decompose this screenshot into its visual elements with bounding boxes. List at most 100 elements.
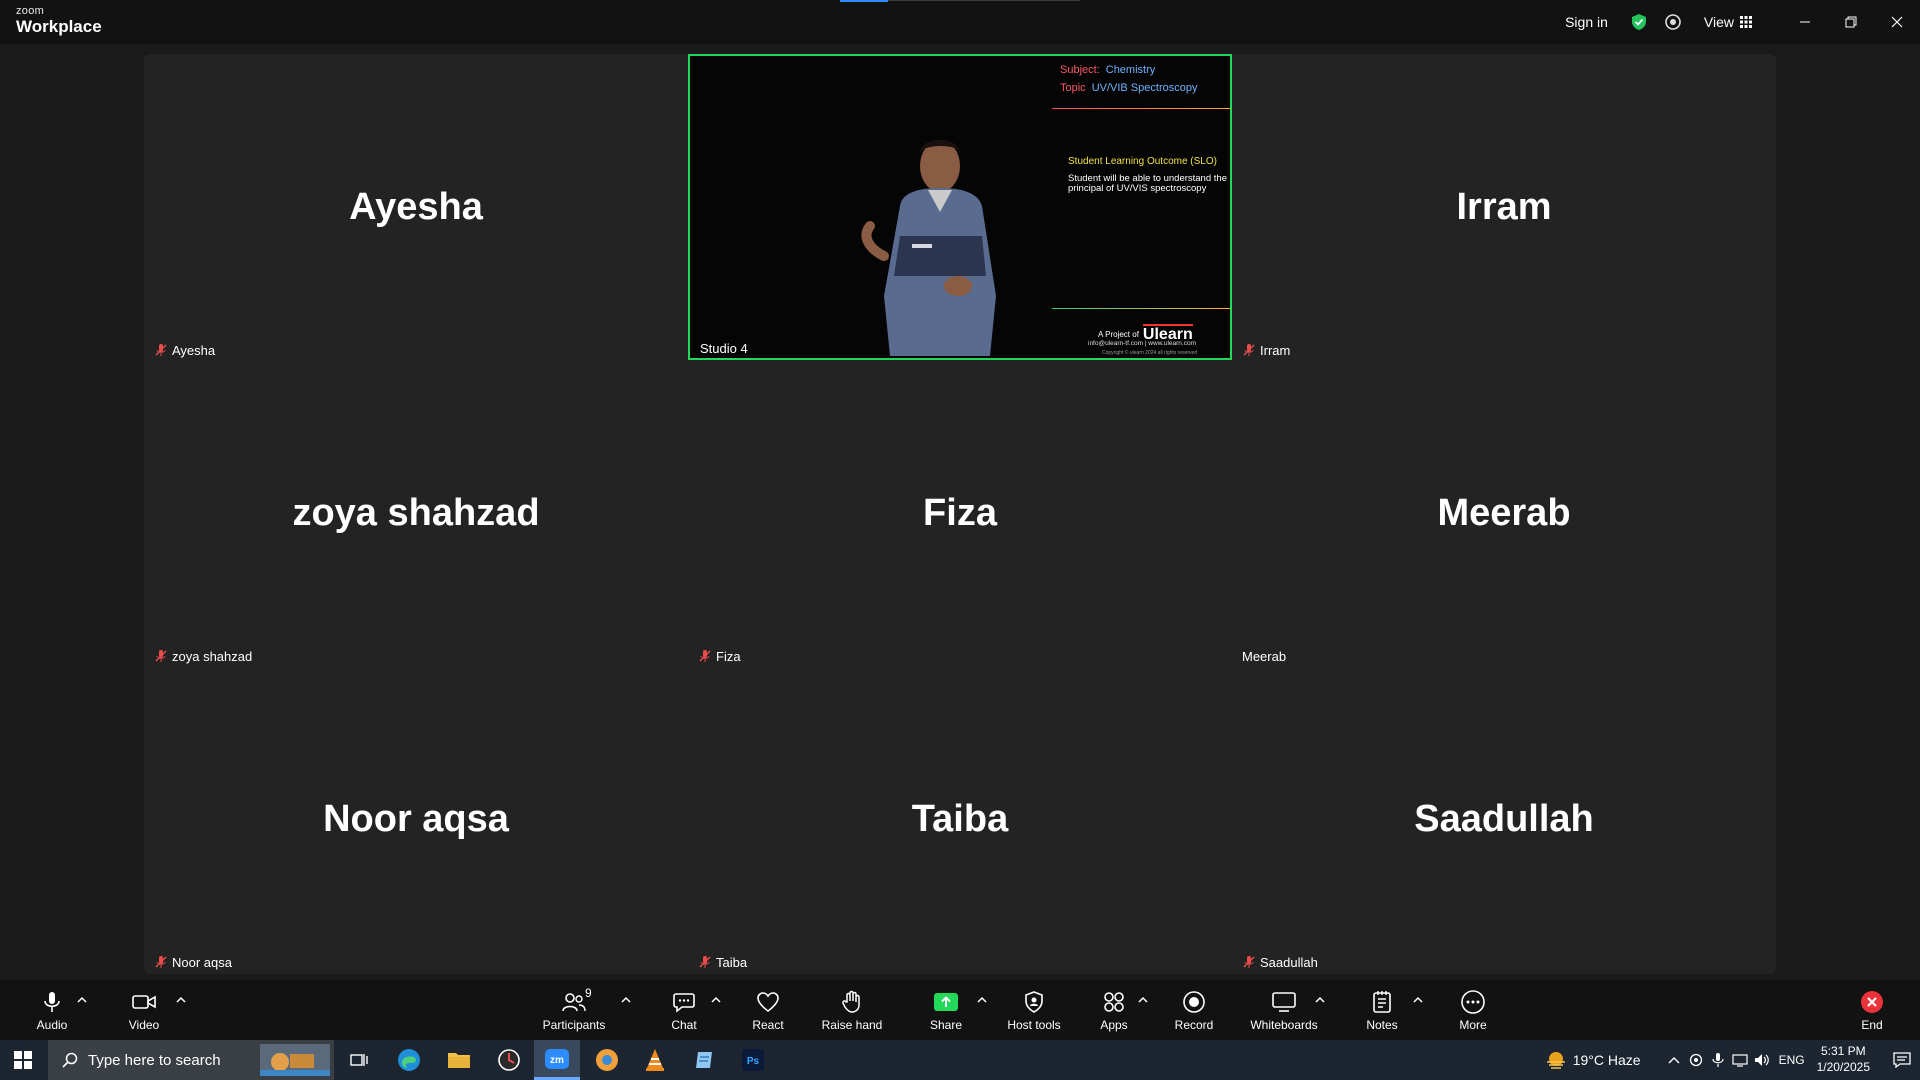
name-label-text: Meerab [1242, 648, 1287, 664]
chat-options-caret[interactable] [710, 994, 722, 1006]
muted-mic-icon [155, 650, 167, 662]
participant-tile[interactable]: Ayesha Ayesha [144, 54, 688, 360]
video-camera-icon [132, 995, 156, 1009]
participants-options-caret[interactable] [620, 994, 632, 1006]
participant-name-label: Taiba [694, 952, 751, 972]
photoshop-icon: Ps [742, 1049, 764, 1071]
whiteboards-button[interactable]: Whiteboards [1248, 980, 1320, 1040]
name-label-text: Noor aqsa [172, 954, 232, 970]
participant-tile[interactable]: zoya shahzad zoya shahzad [144, 360, 688, 666]
clock-time: 5:31 PM [1820, 1044, 1866, 1059]
start-button[interactable] [0, 1040, 46, 1080]
grid-icon [1740, 16, 1752, 28]
apps-options-caret[interactable] [1137, 994, 1149, 1006]
participant-tile[interactable]: Meerab Meerab [1232, 360, 1776, 666]
notes-button[interactable]: Notes [1360, 980, 1404, 1040]
brand-small: zoom [16, 5, 45, 17]
name-label-text: Studio 4 [700, 340, 748, 356]
participants-button[interactable]: 9 Participants [540, 980, 608, 1040]
slide-topic-label: Topic [1060, 82, 1086, 94]
participant-display-name: Meerab [1437, 492, 1571, 534]
participant-tile[interactable]: Irram Irram [1232, 54, 1776, 360]
video-button[interactable]: Video [122, 980, 166, 1040]
participant-tile[interactable]: Saadullah Saadullah [1232, 666, 1776, 972]
slide-contact: info@ulearn-tf.com | www.ulearn.com [1088, 340, 1196, 347]
participant-name-label: Studio 4 [696, 338, 752, 358]
share-button[interactable]: Share [924, 980, 968, 1040]
minimize-icon [1800, 21, 1810, 23]
taskbar-clock[interactable]: 5:31 PM 1/20/2025 [1817, 1044, 1870, 1075]
svg-text:Ps: Ps [747, 1056, 760, 1067]
react-label: React [752, 1018, 784, 1032]
taskbar-photoshop[interactable]: Ps [730, 1040, 776, 1080]
video-label: Video [128, 1018, 160, 1032]
notes-options-caret[interactable] [1412, 994, 1424, 1006]
audio-options-caret[interactable] [76, 994, 88, 1006]
slide-subject-value: Chemistry [1105, 64, 1156, 76]
show-hidden-icons-button[interactable] [1663, 1040, 1685, 1080]
share-options-caret[interactable] [976, 994, 988, 1006]
participant-tile[interactable]: Noor aqsa Noor aqsa [144, 666, 688, 972]
slide-copyright: Copyright © ulearn 2024 all rights reser… [1102, 350, 1198, 356]
taskbar-vlc[interactable] [632, 1040, 678, 1080]
more-label: More [1459, 1018, 1487, 1032]
share-screen-icon [934, 993, 958, 1011]
more-button[interactable]: More [1451, 980, 1495, 1040]
minimize-button[interactable] [1782, 0, 1828, 44]
react-button[interactable]: React [746, 980, 790, 1040]
slide-divider [1052, 308, 1230, 309]
raise-hand-button[interactable]: Raise hand [818, 980, 886, 1040]
taskbar-file-explorer[interactable] [436, 1040, 482, 1080]
active-speaker-tile[interactable]: Subject: Chemistry Topic UV/VIB Spectrosco… [688, 54, 1232, 360]
shield-check-icon[interactable] [1626, 9, 1652, 35]
video-options-caret[interactable] [175, 994, 187, 1006]
recording-status-icon[interactable] [1660, 9, 1686, 35]
chevron-up-icon [1413, 996, 1423, 1003]
close-window-button[interactable] [1874, 0, 1920, 44]
host-tools-button[interactable]: Host tools [1004, 980, 1064, 1040]
app-circle-icon [498, 1049, 520, 1071]
chat-label: Chat [671, 1018, 697, 1032]
slide-topic-value: UV/VIB Spectroscopy [1091, 82, 1198, 94]
sign-in-link[interactable]: Sign in [1565, 14, 1608, 30]
video-gallery: Ayesha Ayesha Subject: Chemistry Topic UV/… [144, 54, 1776, 974]
taskbar-notes-app[interactable] [682, 1040, 728, 1080]
slide-slo-text: Student will be able to understand the p… [1068, 173, 1227, 195]
restore-button[interactable] [1828, 0, 1874, 44]
taskbar-chrome-like[interactable] [584, 1040, 630, 1080]
share-label: Share [929, 1018, 963, 1032]
name-label-text: zoya shahzad [172, 648, 253, 664]
name-label-text: Taiba [716, 954, 748, 970]
participant-tile[interactable]: Fiza Fiza [688, 360, 1232, 666]
chevron-up-icon [77, 996, 87, 1003]
weather-widget[interactable]: 19°C Haze [1545, 1050, 1641, 1070]
record-button[interactable]: Record [1172, 980, 1216, 1040]
audio-button[interactable]: Audio [30, 980, 74, 1040]
taskbar-zoom[interactable]: zm [534, 1040, 580, 1080]
taskbar-edge[interactable] [386, 1040, 432, 1080]
search-highlight-image [260, 1044, 330, 1076]
end-meeting-button[interactable]: End [1850, 980, 1894, 1040]
speaker-icon [1754, 1054, 1769, 1066]
tray-volume[interactable] [1751, 1040, 1773, 1080]
tray-meet-now[interactable] [1685, 1040, 1707, 1080]
chat-button[interactable]: Chat [662, 980, 706, 1040]
notification-center-button[interactable] [1884, 1040, 1920, 1080]
participant-tile[interactable]: Taiba Taiba [688, 666, 1232, 972]
input-language[interactable]: ENG [1779, 1053, 1805, 1067]
participant-display-name: zoya shahzad [292, 492, 540, 534]
shield-icon [1025, 991, 1043, 1013]
apps-button[interactable]: Apps [1092, 980, 1136, 1040]
tray-microphone[interactable] [1707, 1040, 1729, 1080]
whiteboard-icon [1272, 992, 1296, 1012]
tab-indicator [840, 0, 888, 2]
clock-date: 1/20/2025 [1816, 1060, 1870, 1074]
lecture-slide: Subject: Chemistry Topic UV/VIB Spectrosco… [1052, 56, 1230, 358]
taskbar-search-box[interactable]: Type here to search [48, 1040, 334, 1080]
tray-network[interactable] [1729, 1040, 1751, 1080]
taskbar-app-clock[interactable] [486, 1040, 532, 1080]
windows-taskbar: Type here to search zm Ps 19°C Haze ENG … [0, 1040, 1920, 1080]
view-menu-button[interactable]: View [1704, 14, 1752, 30]
whiteboards-options-caret[interactable] [1314, 994, 1326, 1006]
task-view-button[interactable] [336, 1040, 382, 1080]
